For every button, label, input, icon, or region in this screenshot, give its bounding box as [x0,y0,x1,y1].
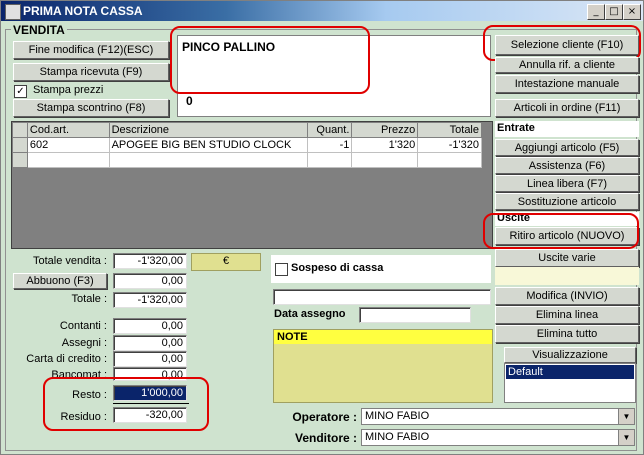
entrate-header: Entrate [495,121,639,137]
operatore-select[interactable]: MINO FABIO ▼ [361,408,635,425]
visualizzazione-button[interactable]: Visualizzazione [504,347,636,363]
contanti-label: Contanti : [59,320,107,332]
col-quant[interactable]: Quant. [307,122,353,138]
title-bar: PRIMA NOTA CASSA _ □ × [1,1,643,21]
cheque-field[interactable] [273,289,491,305]
cell-prezzo[interactable]: 1'320 [351,137,419,153]
list-item[interactable]: Default [506,365,634,379]
row-header [12,152,28,168]
elimina-linea-button[interactable]: Elimina linea [495,306,639,324]
customer-box[interactable]: PINCO PALLINO 0 [177,35,491,117]
minimize-icon[interactable]: _ [587,4,605,20]
col-totale[interactable]: Totale [417,122,482,138]
venditore-value: MINO FABIO [365,431,430,443]
row-header [12,122,28,138]
col-codart[interactable]: Cod.art. [26,122,110,138]
abbuono-field[interactable]: 0,00 [113,273,187,289]
venditore-label: Venditore : [294,431,357,445]
separator-line [113,403,189,404]
customer-name: PINCO PALLINO [182,40,276,54]
articoli-ordine-button[interactable]: Articoli in ordine (F11) [495,99,639,117]
carta-credito-field[interactable]: 0,00 [113,351,187,367]
totale-vendita-label: Totale vendita : [33,255,107,267]
intestazione-manuale-button[interactable]: Intestazione manuale [495,75,639,93]
cell-quant[interactable]: -1 [307,137,353,153]
bancomat-field[interactable]: 0,00 [113,367,187,381]
assegni-field[interactable]: 0,00 [113,335,187,351]
stampa-prezzi-checkbox[interactable]: ✓ [14,85,27,98]
cell-codart[interactable]: 602 [26,137,110,153]
table-row[interactable] [12,152,482,168]
sostituzione-articolo-button[interactable]: Sostituzione articolo [495,193,639,210]
app-icon [5,4,21,20]
visualizzazione-list[interactable]: Default [504,363,636,403]
venditore-select[interactable]: MINO FABIO ▼ [361,429,635,446]
note-area[interactable]: NOTE [273,329,493,403]
col-prezzo[interactable]: Prezzo [351,122,419,138]
resto-field[interactable]: 1'000,00 [113,385,187,401]
cell-descrizione[interactable]: APOGEE BIG BEN STUDIO CLOCK [108,137,309,153]
ritiro-articolo-button[interactable]: Ritiro articolo (NUOVO) [495,227,639,245]
articles-table: Cod.art. Descrizione Quant. Prezzo Total… [11,121,493,249]
aggiungi-articolo-button[interactable]: Aggiungi articolo (F5) [495,139,639,156]
totale-vendita-field: -1'320,00 [113,253,187,269]
data-assegno-field[interactable] [359,307,471,323]
stampa-prezzi-label: Stampa prezzi [33,84,104,96]
note-header: NOTE [274,330,492,344]
chevron-down-icon[interactable]: ▼ [618,430,634,445]
bancomat-label: Bancomat : [51,369,107,381]
abbuono-button[interactable]: Abbuono (F3) [13,273,107,289]
elimina-tutto-button[interactable]: Elimina tutto [495,325,639,343]
uscite-label: Uscite [497,212,531,224]
sospeso-label: Sospeso di cassa [291,262,384,274]
contanti-field[interactable]: 0,00 [113,318,187,334]
table-row[interactable]: 602 APOGEE BIG BEN STUDIO CLOCK -1 1'320… [12,137,482,153]
cell-empty[interactable] [351,152,419,168]
sospeso-checkbox[interactable] [275,263,288,276]
assegni-label: Assegni : [61,337,107,349]
totale-field: -1'320,00 [113,292,187,308]
uscite-varie-button[interactable]: Uscite varie [495,249,639,267]
cell-empty[interactable] [26,152,110,168]
resto-label: Resto : [72,389,107,401]
close-icon[interactable]: × [623,4,641,20]
cell-empty[interactable] [417,152,482,168]
row-header [12,137,28,153]
residuo-label: Residuo : [60,411,107,423]
stampa-scontrino-button[interactable]: Stampa scontrino (F8) [13,99,169,117]
carta-credito-label: Carta di credito : [26,353,107,365]
fine-modifica-button[interactable]: Fine modifica (F12)(ESC) [13,41,169,59]
cell-empty[interactable] [307,152,353,168]
window-title: PRIMA NOTA CASSA [23,4,143,18]
entrate-label: Entrate [497,122,535,134]
main-window: PRIMA NOTA CASSA _ □ × VENDITA Fine modi… [0,0,644,455]
customer-code: 0 [186,94,193,108]
modifica-button[interactable]: Modifica (INVIO) [495,287,639,305]
linea-libera-button[interactable]: Linea libera (F7) [495,175,639,192]
currency-label: € [191,253,261,271]
uscite-header: Uscite [495,212,639,226]
selezione-cliente-button[interactable]: Selezione cliente (F10) [495,35,639,55]
data-assegno-label: Data assegno [274,308,346,320]
operatore-value: MINO FABIO [365,410,430,422]
assistenza-button[interactable]: Assistenza (F6) [495,157,639,174]
blank-panel [495,267,639,285]
totale-label: Totale : [71,293,107,305]
stampa-ricevuta-button[interactable]: Stampa ricevuta (F9) [13,63,169,81]
operatore-label: Operatore : [292,410,357,424]
annulla-cliente-button[interactable]: Annulla rif. a cliente [495,57,639,73]
col-descrizione[interactable]: Descrizione [108,122,309,138]
cell-totale[interactable]: -1'320 [417,137,482,153]
chevron-down-icon[interactable]: ▼ [618,409,634,424]
maximize-icon[interactable]: □ [605,4,623,20]
residuo-field: -320,00 [113,407,187,423]
group-title: VENDITA [11,23,67,37]
cell-empty[interactable] [108,152,309,168]
